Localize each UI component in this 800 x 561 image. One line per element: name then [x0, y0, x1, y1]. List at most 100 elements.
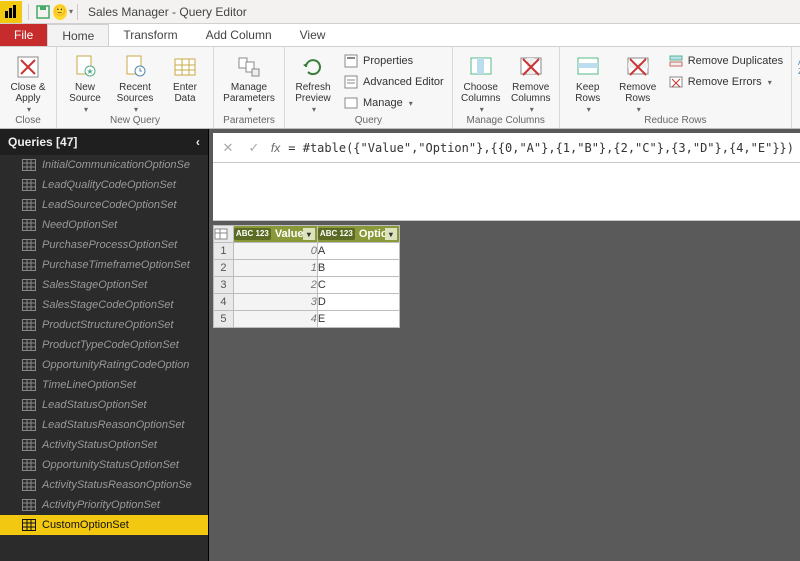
- query-item[interactable]: PurchaseProcessOptionSet: [0, 235, 208, 255]
- keep-rows-icon: [574, 53, 602, 81]
- advanced-editor-icon: [343, 74, 359, 90]
- cell-option[interactable]: E: [317, 311, 399, 328]
- fx-icon[interactable]: fx: [271, 141, 280, 155]
- query-item[interactable]: SalesStageCodeOptionSet: [0, 295, 208, 315]
- cell-value[interactable]: 3: [233, 294, 317, 311]
- sort-asc-button[interactable]: AZ: [796, 49, 800, 81]
- query-item[interactable]: ActivityStatusReasonOptionSe: [0, 475, 208, 495]
- remove-columns-icon: [517, 53, 545, 81]
- collapse-chevron-icon[interactable]: ‹: [196, 135, 200, 149]
- choose-columns-icon: [467, 53, 495, 81]
- query-item[interactable]: LeadStatusOptionSet: [0, 395, 208, 415]
- refresh-icon: [299, 53, 327, 81]
- type-any-icon: ABC 123: [234, 228, 271, 240]
- row-header[interactable]: 4: [213, 294, 233, 311]
- manage-icon: [343, 95, 359, 111]
- cell-option[interactable]: D: [317, 294, 399, 311]
- new-source-button[interactable]: ★ New Source▾: [61, 49, 109, 114]
- query-item[interactable]: LeadSourceCodeOptionSet: [0, 195, 208, 215]
- close-apply-icon: [14, 53, 42, 81]
- ribbon: Close & Apply▾ Close ★ New Source▾ Recen…: [0, 47, 800, 129]
- remove-rows-button[interactable]: Remove Rows▾: [614, 49, 662, 114]
- table-row[interactable]: 10A: [213, 243, 399, 260]
- save-icon[interactable]: [33, 1, 53, 23]
- sort-asc-icon: AZ: [792, 53, 800, 81]
- query-item[interactable]: ProductStructureOptionSet: [0, 315, 208, 335]
- row-header[interactable]: 5: [213, 311, 233, 328]
- formula-area-spacer: [213, 163, 800, 221]
- table-row[interactable]: 21B: [213, 260, 399, 277]
- column-header-option[interactable]: ABC 123Option ▾: [317, 226, 399, 243]
- cell-value[interactable]: 0: [233, 243, 317, 260]
- table-row[interactable]: 43D: [213, 294, 399, 311]
- cell-value[interactable]: 2: [233, 277, 317, 294]
- feedback-smiley-icon[interactable]: 🙂▾: [53, 1, 73, 23]
- remove-duplicates-button[interactable]: Remove Duplicates: [664, 51, 787, 71]
- remove-errors-icon: [668, 74, 684, 90]
- remove-rows-icon: [624, 53, 652, 81]
- advanced-editor-button[interactable]: Advanced Editor: [339, 72, 448, 92]
- keep-rows-button[interactable]: Keep Rows▾: [564, 49, 612, 114]
- queries-panel: Queries [47] ‹ InitialCommunicationOptio…: [0, 129, 209, 561]
- choose-columns-button[interactable]: Choose Columns▾: [457, 49, 505, 114]
- cancel-formula-icon[interactable]: ✕: [219, 139, 237, 157]
- tab-transform[interactable]: Transform: [109, 24, 191, 46]
- parameters-icon: [235, 53, 263, 81]
- query-item[interactable]: LeadQualityCodeOptionSet: [0, 175, 208, 195]
- filter-dropdown-icon[interactable]: ▾: [385, 228, 397, 240]
- queries-header[interactable]: Queries [47] ‹: [0, 129, 208, 155]
- remove-duplicates-icon: [668, 53, 684, 69]
- close-and-apply-button[interactable]: Close & Apply▾: [4, 49, 52, 114]
- query-item[interactable]: SalesStageOptionSet: [0, 275, 208, 295]
- tab-file[interactable]: File: [0, 24, 47, 46]
- query-item[interactable]: CustomOptionSet: [0, 515, 208, 535]
- query-item[interactable]: ActivityStatusOptionSet: [0, 435, 208, 455]
- cell-option[interactable]: C: [317, 277, 399, 294]
- enter-data-icon: [171, 53, 199, 81]
- svg-text:★: ★: [86, 67, 93, 76]
- table-corner-icon[interactable]: [213, 226, 233, 243]
- cell-value[interactable]: 4: [233, 311, 317, 328]
- tab-home[interactable]: Home: [47, 24, 109, 46]
- window-title: Sales Manager - Query Editor: [88, 5, 247, 19]
- query-item[interactable]: InitialCommunicationOptionSe: [0, 155, 208, 175]
- cell-option[interactable]: A: [317, 243, 399, 260]
- query-item[interactable]: TimeLineOptionSet: [0, 375, 208, 395]
- query-item[interactable]: OpportunityStatusOptionSet: [0, 455, 208, 475]
- column-header-value[interactable]: ABC 123Value ▾: [233, 226, 317, 243]
- row-header[interactable]: 3: [213, 277, 233, 294]
- table-row[interactable]: 54E: [213, 311, 399, 328]
- enter-data-button[interactable]: Enter Data: [161, 49, 209, 114]
- query-item[interactable]: LeadStatusReasonOptionSet: [0, 415, 208, 435]
- preview-grid: ABC 123Value ▾ ABC 123Option ▾ 10A21B32C…: [209, 221, 800, 328]
- recent-sources-button[interactable]: Recent Sources▾: [111, 49, 159, 114]
- refresh-preview-button[interactable]: Refresh Preview▾: [289, 49, 337, 114]
- tab-view[interactable]: View: [286, 24, 340, 46]
- row-header[interactable]: 2: [213, 260, 233, 277]
- manage-button[interactable]: Manage▾: [339, 93, 448, 113]
- divider: [77, 4, 78, 20]
- remove-errors-button[interactable]: Remove Errors▾: [664, 72, 787, 92]
- query-item[interactable]: OpportunityRatingCodeOption: [0, 355, 208, 375]
- query-item[interactable]: ProductTypeCodeOptionSet: [0, 335, 208, 355]
- cell-option[interactable]: B: [317, 260, 399, 277]
- query-item[interactable]: NeedOptionSet: [0, 215, 208, 235]
- ribbon-group-query: Refresh Preview▾ Properties Advanced Edi…: [285, 47, 453, 128]
- commit-formula-icon[interactable]: ✓: [245, 139, 263, 157]
- query-item[interactable]: ActivityPriorityOptionSet: [0, 495, 208, 515]
- filter-dropdown-icon[interactable]: ▾: [303, 228, 315, 240]
- ribbon-group-manage-columns: Choose Columns▾ Remove Columns▾ Manage C…: [453, 47, 560, 128]
- query-item[interactable]: PurchaseTimeframeOptionSet: [0, 255, 208, 275]
- properties-button[interactable]: Properties: [339, 51, 448, 71]
- table-row[interactable]: 32C: [213, 277, 399, 294]
- manage-parameters-button[interactable]: Manage Parameters▾: [218, 49, 280, 114]
- remove-columns-button[interactable]: Remove Columns▾: [507, 49, 555, 114]
- new-source-icon: ★: [71, 53, 99, 81]
- formula-text[interactable]: = #table({"Value","Option"},{{0,"A"},{1,…: [288, 141, 794, 155]
- properties-icon: [343, 53, 359, 69]
- recent-sources-icon: [121, 53, 149, 81]
- cell-value[interactable]: 1: [233, 260, 317, 277]
- row-header[interactable]: 1: [213, 243, 233, 260]
- ribbon-group-new-query: ★ New Source▾ Recent Sources▾ Enter Data…: [57, 47, 214, 128]
- tab-add-column[interactable]: Add Column: [192, 24, 286, 46]
